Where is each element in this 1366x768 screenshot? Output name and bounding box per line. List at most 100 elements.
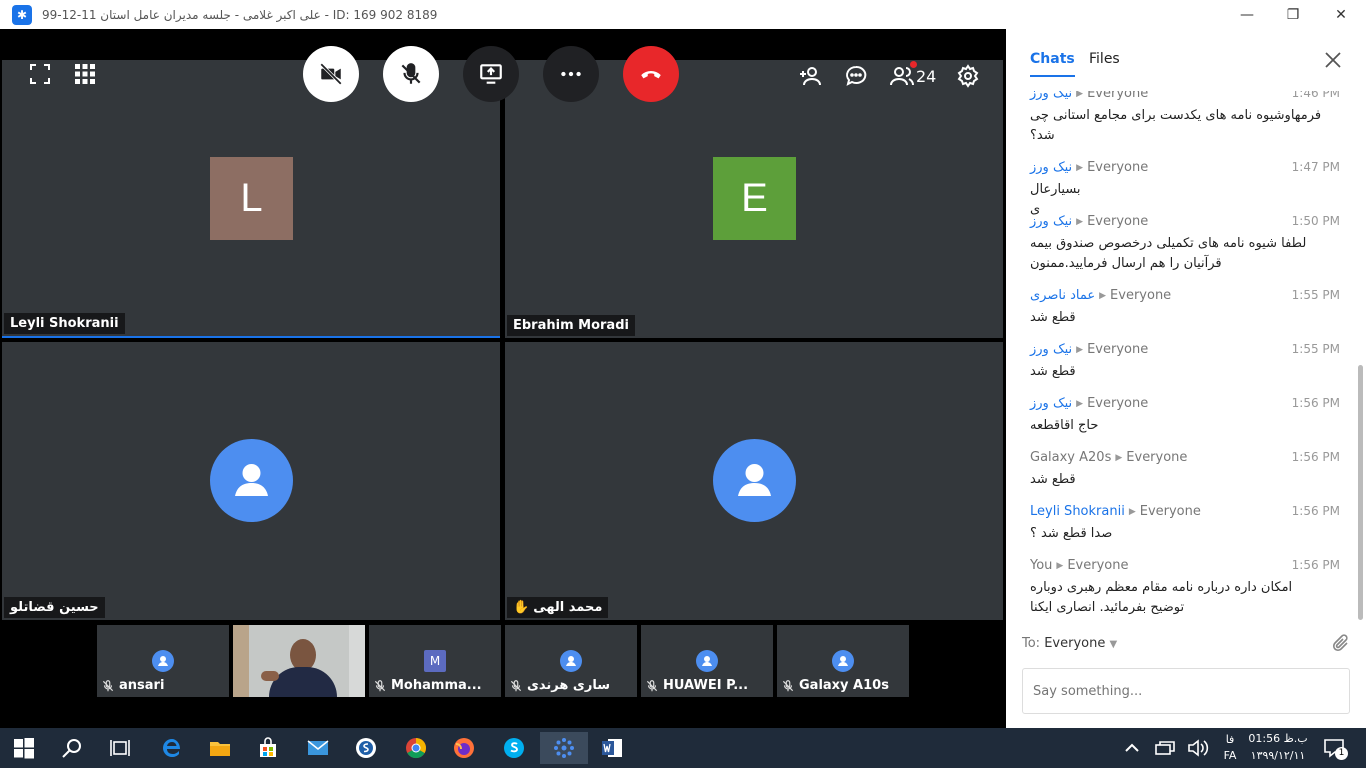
taskbar-clock[interactable]: 01:56 ب.ظ ۱۳۹۹/۱۲/۱۱ <box>1248 730 1308 764</box>
message-header: نیک ورز ▶ Everyone 1:56 PM <box>1030 396 1340 412</box>
message-author[interactable]: نیک ورز <box>1030 214 1072 230</box>
message-time: 1:56 PM <box>1291 396 1340 410</box>
thumbnail-name: Mohamma... <box>391 678 482 693</box>
message-recipient: Everyone <box>1110 288 1172 303</box>
message-author[interactable]: نیک ورز <box>1030 160 1072 176</box>
end-call-button[interactable] <box>623 46 679 102</box>
video-tile-4[interactable]: ✋ محمد الهی <box>505 342 1003 620</box>
thumbnail-mohammad[interactable]: M Mohamma... <box>369 625 501 697</box>
chat-message: نیک ورز ▶ Everyone 1:50 PM لطفا شیوه نامه ها… <box>1030 214 1340 274</box>
network-icon[interactable] <box>1150 732 1180 764</box>
restore-button[interactable]: ❐ <box>1270 0 1316 29</box>
message-recipient: Everyone <box>1087 91 1149 101</box>
thumbnail-huawei[interactable]: HUAWEI P... <box>641 625 773 697</box>
participants-button[interactable]: 24 <box>890 61 940 89</box>
chat-message-input[interactable] <box>1022 668 1350 714</box>
message-author[interactable]: Galaxy A20s <box>1030 450 1111 466</box>
message-author[interactable]: عماد ناصری <box>1030 288 1095 304</box>
start-button[interactable] <box>4 732 44 764</box>
participants-count: 24 <box>916 66 937 86</box>
message-recipient: Everyone <box>1139 504 1201 519</box>
message-text: فرمهاوشیوه نامه های یکدست برای مجامع است… <box>1030 108 1322 143</box>
task-view-icon[interactable] <box>100 732 140 764</box>
caret-right-icon: ▶ <box>1056 561 1064 571</box>
video-stage: L Leyli Shokranii E Ebrahim Moradi حسین … <box>0 29 1006 700</box>
thumbnail-name: ansari <box>119 678 165 693</box>
add-participant-icon[interactable] <box>797 63 823 89</box>
message-text: امکان داره درباره نامه مقام معظم رهبری د… <box>1030 580 1293 615</box>
skype-icon[interactable] <box>494 732 534 764</box>
message-text: قطع شد <box>1030 310 1076 325</box>
message-author[interactable]: نیک ورز <box>1030 396 1072 412</box>
thumbnail-sari[interactable]: ساری هرندی <box>505 625 637 697</box>
message-author[interactable]: نیک ورز <box>1030 342 1072 358</box>
clock-time: 01:56 ب.ظ <box>1248 732 1308 745</box>
meeting-app-taskbar-icon[interactable] <box>540 732 588 764</box>
user-avatar-icon <box>696 650 718 672</box>
message-header: You ▶ Everyone 1:56 PM <box>1030 558 1340 574</box>
file-explorer-icon[interactable] <box>200 732 240 764</box>
tab-files[interactable]: Files <box>1089 51 1120 67</box>
chevron-up-icon[interactable] <box>1116 732 1148 764</box>
mic-muted-icon <box>374 679 386 691</box>
lang-top: فا <box>1225 733 1235 746</box>
thumbnail-self-video[interactable] <box>233 625 365 697</box>
share-screen-button[interactable] <box>463 46 519 102</box>
chat-recipient-selector[interactable]: To: Everyone ▼ <box>1022 636 1117 651</box>
camera-off-icon <box>320 63 342 85</box>
mic-muted-icon <box>646 679 658 691</box>
close-window-button[interactable]: ✕ <box>1318 0 1364 29</box>
user-avatar-icon <box>560 650 582 672</box>
tab-chats[interactable]: Chats <box>1030 51 1075 77</box>
store-icon[interactable] <box>248 732 288 764</box>
chat-message: Galaxy A20s ▶ Everyone 1:56 PM قطع شد <box>1030 450 1340 490</box>
avatar-letter: M <box>424 650 446 672</box>
chat-message: نیک ورز ▶ Everyone 1:47 PM بسیارعال ی <box>1030 160 1340 220</box>
search-icon[interactable] <box>52 732 92 764</box>
app-s-icon[interactable] <box>346 732 386 764</box>
message-header: عماد ناصری ▶ Everyone 1:55 PM <box>1030 288 1340 304</box>
message-text: حاج اقاقطعه <box>1030 418 1099 433</box>
minimize-button[interactable]: — <box>1224 0 1270 29</box>
windows-taskbar: 1 <box>0 728 1366 768</box>
settings-gear-icon[interactable] <box>955 63 981 89</box>
language-indicator[interactable]: فا FA <box>1220 732 1240 764</box>
message-author[interactable]: Leyli Shokranii <box>1030 504 1125 520</box>
thumbnail-ansari[interactable]: ansari <box>97 625 229 697</box>
fullscreen-icon[interactable] <box>27 61 53 87</box>
volume-icon[interactable] <box>1182 732 1212 764</box>
share-screen-icon <box>480 64 502 84</box>
caret-right-icon: ▶ <box>1099 291 1107 301</box>
mic-off-button[interactable] <box>383 46 439 102</box>
edge-browser-icon[interactable] <box>152 732 192 764</box>
mic-muted-icon <box>782 679 794 691</box>
notification-dot <box>910 61 917 68</box>
video-tile-1[interactable]: L Leyli Shokranii <box>2 60 500 338</box>
notifications-button[interactable]: 1 <box>1316 732 1352 764</box>
camera-off-button[interactable] <box>303 46 359 102</box>
word-icon[interactable] <box>592 732 632 764</box>
message-time: 1:46 PM <box>1291 91 1340 100</box>
chat-message: نیک ورز ▶ Everyone 1:46 PM فرمهاوشیوه نامه ه… <box>1030 91 1340 146</box>
firefox-icon[interactable] <box>444 732 484 764</box>
chat-message: نیک ورز ▶ Everyone 1:55 PM قطع شد <box>1030 342 1340 382</box>
video-tile-2[interactable]: E Ebrahim Moradi <box>505 60 1003 338</box>
chat-scrollbar[interactable] <box>1358 365 1363 620</box>
message-author[interactable]: نیک ورز <box>1030 91 1072 102</box>
message-time: 1:47 PM <box>1291 160 1340 174</box>
mic-muted-icon <box>102 679 114 691</box>
close-panel-icon[interactable] <box>1324 51 1342 69</box>
chat-bubble-icon[interactable] <box>843 63 869 89</box>
message-time: 1:56 PM <box>1291 450 1340 464</box>
attach-file-icon[interactable] <box>1332 634 1350 654</box>
thumbnail-galaxy-a10s[interactable]: Galaxy A10s <box>777 625 909 697</box>
chat-messages-list: نیک ورز ▶ Everyone 1:46 PM فرمهاوشیوه نامه ه… <box>1006 91 1366 619</box>
chrome-icon[interactable] <box>396 732 436 764</box>
mail-icon[interactable] <box>298 732 338 764</box>
caret-right-icon: ▶ <box>1076 399 1084 409</box>
message-author[interactable]: You <box>1030 558 1052 574</box>
grid-view-icon[interactable] <box>72 61 98 87</box>
more-options-button[interactable] <box>543 46 599 102</box>
video-tile-3[interactable]: حسین قضاتلو <box>2 342 500 620</box>
avatar-letter: E <box>713 157 796 240</box>
